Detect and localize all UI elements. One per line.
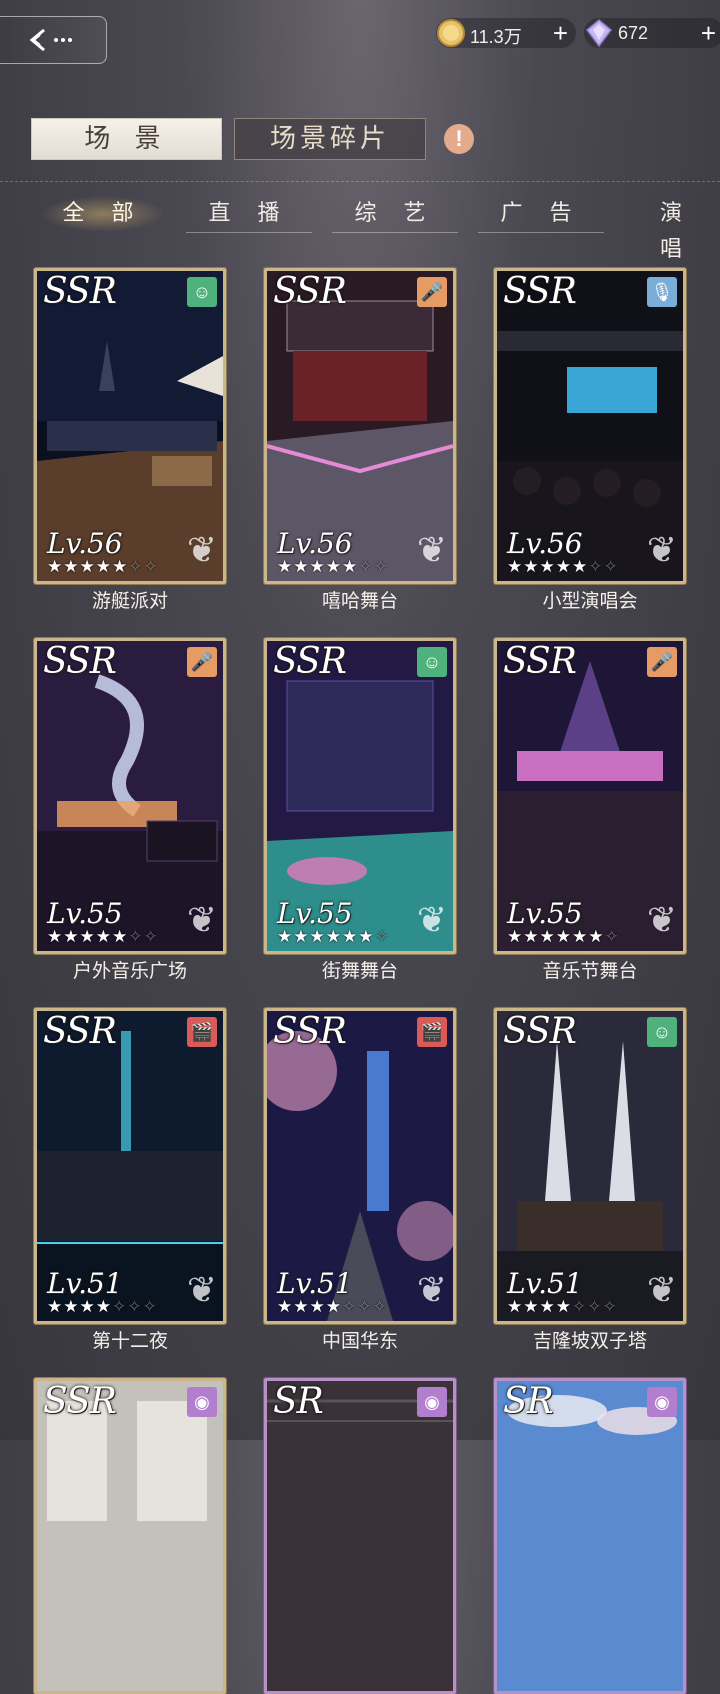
category-filter-bar: 全 部 直 播 综 艺 广 告 演 唱 (0, 188, 720, 262)
star-rating: ★★★★★★✧ (507, 927, 620, 946)
card-artwork: SSR ☺ Lv.51 ★★★★✧✧✧ ❦ (494, 1008, 686, 1324)
card-title: 嘻哈舞台 (321, 591, 398, 612)
category-ads[interactable]: 广 告 (478, 196, 604, 233)
card-artwork: SSR 🎙 Lv.56 ★★★★★✧✧ ❦ (494, 268, 686, 584)
rarity-label: SSR (43, 641, 117, 682)
smile-icon: ☺ (187, 277, 217, 307)
level-label: Lv.55 (47, 897, 123, 930)
star-rating: ★★★★★✧✧ (277, 557, 389, 576)
clapperboard-icon: 🎬 (187, 1017, 217, 1047)
gold-amount: 11.3万 (470, 27, 522, 47)
level-label: Lv.51 (507, 1267, 583, 1300)
camera-icon: ◉ (417, 1387, 447, 1417)
star-rating: ★★★★★✧✧ (47, 927, 159, 946)
clapperboard-icon: 🎬 (417, 1017, 447, 1047)
level-label: Lv.51 (277, 1267, 353, 1300)
level-label: Lv.55 (507, 897, 583, 930)
gold-coin-icon (437, 19, 465, 47)
diamond-icon (585, 19, 613, 48)
wing-emblem-icon: ❦ (646, 529, 677, 570)
divider (0, 181, 720, 182)
wing-emblem-icon: ❦ (416, 899, 447, 940)
star-rating: ★★★★★✧✧ (507, 557, 619, 576)
card-artwork: SSR ◉ (34, 1378, 226, 1694)
rarity-label: SR (273, 1381, 324, 1422)
wing-emblem-icon: ❦ (646, 899, 677, 940)
star-rating: ★★★★✧✧✧ (507, 1297, 618, 1316)
card-title: 街舞舞台 (321, 961, 398, 982)
level-label: Lv.55 (277, 897, 353, 930)
rarity-label: SSR (273, 271, 347, 312)
card-title: 吉隆坡双子塔 (532, 1331, 647, 1352)
diamond-amount: 672 (618, 23, 649, 43)
rarity-label: SSR (43, 271, 117, 312)
wing-emblem-icon: ❦ (186, 1269, 217, 1310)
camera-icon: ◉ (647, 1387, 677, 1417)
level-label: Lv.56 (277, 527, 353, 560)
microphone-icon: 🎤 (187, 647, 217, 677)
main-tabs: 场 景 场景碎片 ! (0, 118, 720, 164)
tab-scene-fragments[interactable]: 场景碎片 (234, 118, 426, 160)
diamond-currency: 672 + (584, 18, 720, 48)
top-bar: 11.3万 + 672 + (0, 0, 720, 70)
card-title: 户外音乐广场 (72, 961, 187, 982)
microphone-icon: 🎤 (647, 647, 677, 677)
exclamation-info-icon[interactable]: ! (444, 124, 474, 154)
level-label: Lv.51 (47, 1267, 123, 1300)
level-label: Lv.56 (507, 527, 583, 560)
card-title: 中国华东 (321, 1331, 398, 1352)
rarity-label: SR (503, 1381, 554, 1422)
card-artwork: SR ◉ (264, 1378, 456, 1694)
card-artwork: SSR 🎬 Lv.51 ★★★★✧✧✧ ❦ (34, 1008, 226, 1324)
card-title: 音乐节舞台 (542, 961, 638, 982)
level-label: Lv.56 (47, 527, 123, 560)
back-button[interactable] (0, 16, 107, 64)
category-concert[interactable]: 演 唱 (624, 196, 720, 262)
star-rating: ★★★★★✧✧ (47, 557, 159, 576)
gold-currency: 11.3万 + (436, 18, 576, 48)
wing-emblem-icon: ❦ (646, 1269, 677, 1310)
card-artwork: SSR ☺ Lv.56 ★★★★★✧✧ ❦ (34, 268, 226, 584)
category-all[interactable]: 全 部 (40, 196, 166, 232)
wing-emblem-icon: ❦ (416, 529, 447, 570)
star-rating: ★★★★✧✧✧ (47, 1297, 158, 1316)
star-rating: ★★★★★★✧ (277, 927, 390, 946)
microphone-icon: 🎤 (417, 277, 447, 307)
card-title: 小型演唱会 (542, 591, 638, 612)
rarity-label: SSR (43, 1381, 117, 1422)
add-gold-button[interactable]: + (553, 18, 568, 48)
card-artwork: SSR 🎬 Lv.51 ★★★★✧✧✧ ❦ (264, 1008, 456, 1324)
smile-icon: ☺ (647, 1017, 677, 1047)
rarity-label: SSR (503, 641, 577, 682)
tab-scene[interactable]: 场 景 (31, 118, 222, 160)
back-arrow-icon (29, 28, 72, 52)
card-artwork: SSR 🎤 Lv.55 ★★★★★★✧ ❦ (494, 638, 686, 954)
podcast-mic-icon: 🎙 (647, 277, 677, 307)
card-artwork: SSR 🎤 Lv.56 ★★★★★✧✧ ❦ (264, 268, 456, 584)
category-variety[interactable]: 综 艺 (332, 196, 458, 233)
card-title: 游艇派对 (91, 591, 168, 612)
rarity-label: SSR (43, 1011, 117, 1052)
card-artwork: SSR ☺ Lv.55 ★★★★★★✧ ❦ (264, 638, 456, 954)
wing-emblem-icon: ❦ (416, 1269, 447, 1310)
card-title: 第十二夜 (91, 1331, 168, 1352)
card-artwork: SSR 🎤 Lv.55 ★★★★★✧✧ ❦ (34, 638, 226, 954)
camera-icon: ◉ (187, 1387, 217, 1417)
wing-emblem-icon: ❦ (186, 899, 217, 940)
card-artwork: SR ◉ (494, 1378, 686, 1694)
category-live[interactable]: 直 播 (186, 196, 312, 233)
rarity-label: SSR (503, 1011, 577, 1052)
rarity-label: SSR (273, 641, 347, 682)
rarity-label: SSR (273, 1011, 347, 1052)
add-diamond-button[interactable]: + (701, 18, 716, 48)
wing-emblem-icon: ❦ (186, 529, 217, 570)
rarity-label: SSR (503, 271, 577, 312)
star-rating: ★★★★✧✧✧ (277, 1297, 388, 1316)
smile-icon: ☺ (417, 647, 447, 677)
